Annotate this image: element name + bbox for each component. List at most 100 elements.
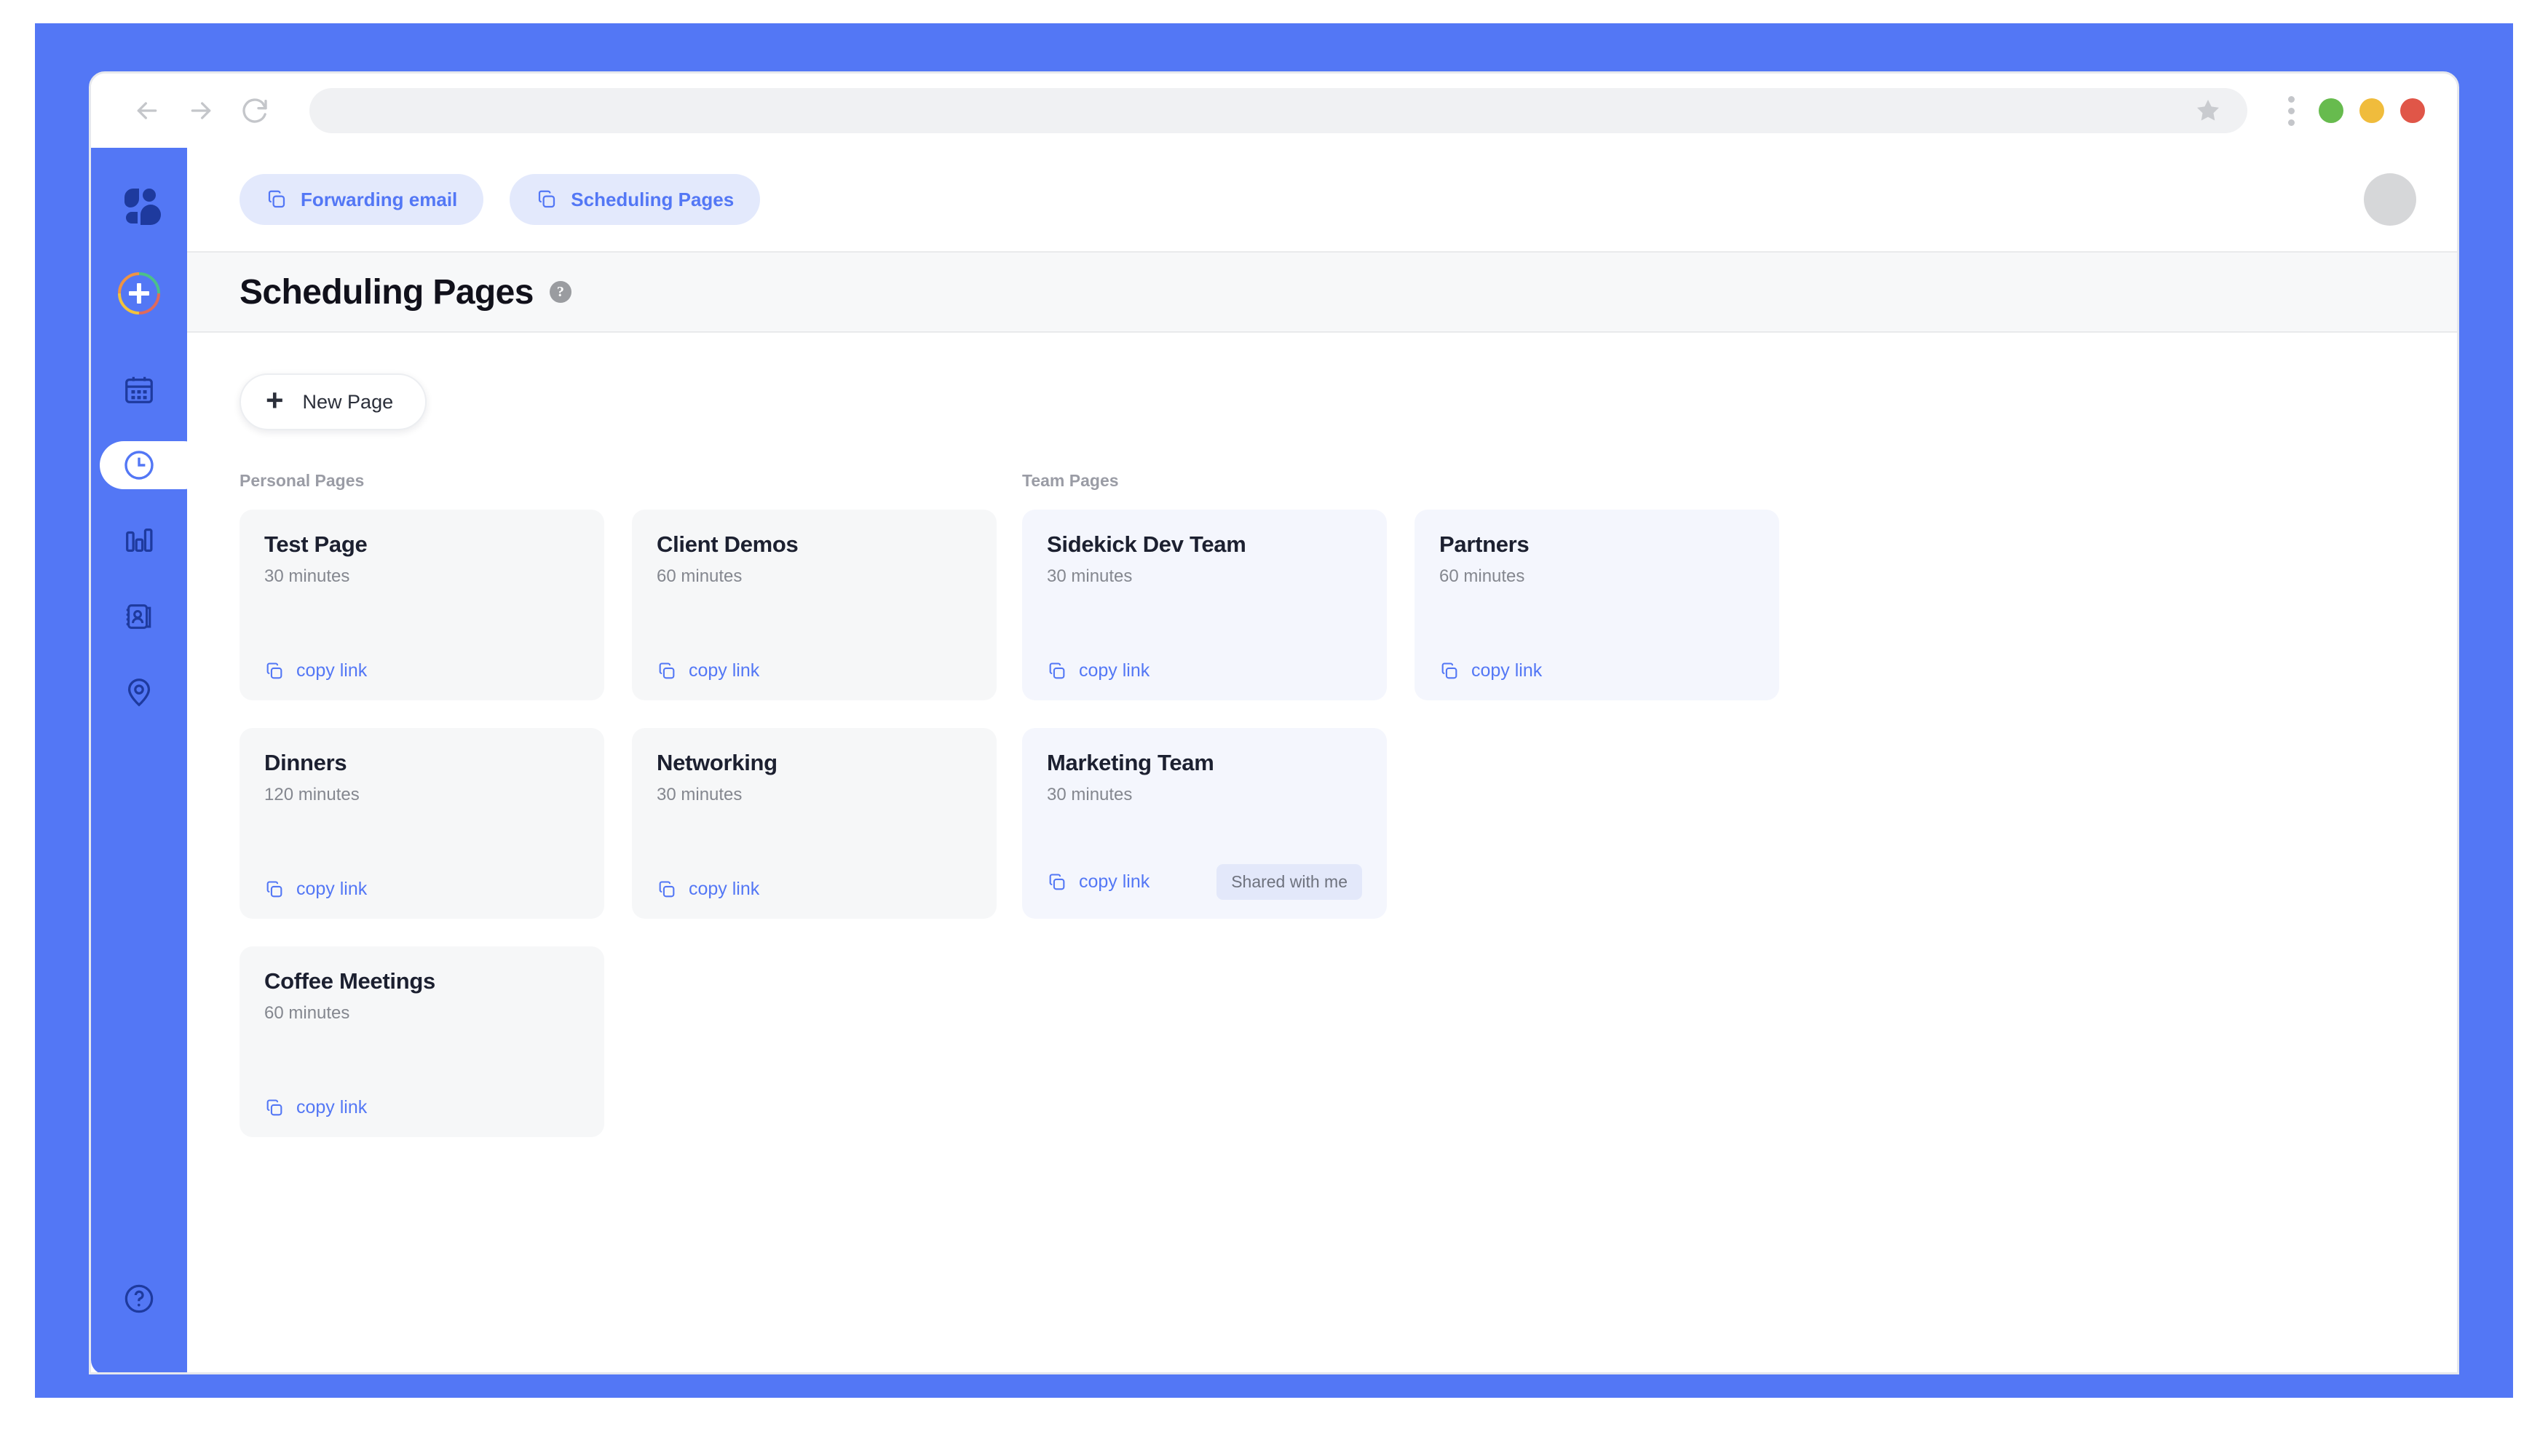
page-columns: Personal Pages Test Page 30 minutes copy… (240, 471, 2405, 1137)
card-footer: copy link (657, 660, 972, 681)
card-title: Client Demos (657, 531, 799, 557)
kebab-menu-icon[interactable] (2269, 84, 2313, 138)
copy-link-button[interactable]: copy link (1047, 871, 1150, 893)
copy-link-label: copy link (1079, 660, 1150, 681)
app-logo-icon[interactable] (111, 178, 167, 234)
sidebar-item-scheduling[interactable] (91, 427, 207, 503)
team-card-grid: Sidekick Dev Team 30 minutes copy link P… (1022, 510, 1779, 919)
copy-link-button[interactable]: copy link (264, 1097, 367, 1118)
page-card[interactable]: Marketing Team 30 minutes copy link Shar… (1022, 728, 1387, 919)
copy-link-button[interactable]: copy link (264, 660, 367, 681)
copy-link-button[interactable]: copy link (657, 879, 759, 900)
card-footer: copy link (657, 879, 972, 900)
column-team-pages: Team Pages Sidekick Dev Team 30 minutes … (1022, 471, 1805, 1137)
card-title: Sidekick Dev Team (1047, 531, 1246, 557)
copy-icon (264, 1098, 285, 1118)
card-footer: copy link (264, 1097, 579, 1118)
page-card[interactable]: Coffee Meetings 60 minutes copy link (240, 946, 604, 1137)
card-duration: 60 minutes (264, 1003, 350, 1023)
page-card[interactable]: Partners 60 minutes copy link (1415, 510, 1779, 700)
card-title: Networking (657, 750, 778, 775)
maximize-button[interactable] (2319, 98, 2343, 123)
card-duration: 30 minutes (264, 566, 350, 586)
sidebar-nav (91, 352, 207, 730)
card-duration: 60 minutes (1439, 566, 1525, 586)
card-duration: 30 minutes (1047, 566, 1133, 586)
card-duration: 30 minutes (1047, 785, 1133, 804)
browser-window: Forwarding email Scheduling Pages Schedu… (89, 71, 2459, 1374)
page-card[interactable]: Sidekick Dev Team 30 minutes copy link (1022, 510, 1387, 700)
page-card[interactable]: Dinners 120 minutes copy link (240, 728, 604, 919)
sidebar-item-analytics[interactable] (91, 503, 187, 579)
card-duration: 30 minutes (657, 785, 743, 804)
copy-link-button[interactable]: copy link (657, 660, 759, 681)
copy-link-label: copy link (296, 1097, 368, 1117)
column-label: Personal Pages (240, 471, 365, 490)
add-button[interactable] (111, 266, 167, 321)
personal-card-grid: Test Page 30 minutes copy link Client De… (240, 510, 997, 1137)
column-personal-pages: Personal Pages Test Page 30 minutes copy… (240, 471, 1022, 1137)
copy-link-button[interactable]: copy link (264, 879, 367, 900)
content-area: + New Page Personal Pages Test Page 30 m… (187, 333, 2457, 1372)
copy-link-label: copy link (689, 660, 760, 681)
column-label: Team Pages (1022, 471, 1119, 490)
sidebar-item-calendar[interactable] (91, 352, 187, 427)
page-card[interactable]: Test Page 30 minutes copy link (240, 510, 604, 700)
copy-link-label: copy link (1471, 660, 1543, 681)
tab-label: Forwarding email (301, 188, 458, 210)
sidebar (91, 148, 207, 1372)
title-help-icon[interactable]: ? (549, 281, 571, 303)
star-icon[interactable] (2195, 98, 2221, 124)
page-title-band: Scheduling Pages ? (187, 251, 2457, 333)
status-badge: Shared with me (1216, 864, 1362, 900)
card-title: Partners (1439, 531, 1530, 557)
close-button[interactable] (2400, 98, 2425, 123)
reload-icon[interactable] (228, 84, 282, 138)
copy-icon (1439, 661, 1460, 681)
topbar: Forwarding email Scheduling Pages (187, 148, 2457, 251)
copy-link-label: copy link (296, 879, 368, 899)
copy-link-button[interactable]: copy link (1047, 660, 1150, 681)
card-title: Dinners (264, 750, 347, 775)
main-content: Forwarding email Scheduling Pages Schedu… (187, 148, 2457, 1372)
copy-icon (264, 661, 285, 681)
plus-icon: + (266, 383, 284, 417)
page-card[interactable]: Networking 30 minutes copy link (632, 728, 997, 919)
minimize-button[interactable] (2359, 98, 2384, 123)
card-footer: copy link (1439, 660, 1754, 681)
card-title: Coffee Meetings (264, 968, 435, 994)
copy-link-label: copy link (1079, 871, 1150, 892)
help-icon[interactable] (111, 1271, 167, 1326)
card-footer: copy link Shared with me (1047, 864, 1362, 900)
new-page-button[interactable]: + New Page (240, 373, 427, 430)
card-title: Test Page (264, 531, 368, 557)
page-card[interactable]: Client Demos 60 minutes copy link (632, 510, 997, 700)
app-body: Forwarding email Scheduling Pages Schedu… (91, 148, 2457, 1372)
address-bar[interactable] (309, 88, 2247, 133)
copy-icon (657, 661, 677, 681)
forward-icon[interactable] (174, 84, 228, 138)
copy-icon (264, 879, 285, 900)
card-footer: copy link (264, 879, 579, 900)
copy-icon (1047, 872, 1067, 893)
copy-icon (266, 189, 288, 210)
copy-icon (657, 879, 677, 900)
tab-scheduling-pages[interactable]: Scheduling Pages (510, 174, 761, 225)
card-footer: copy link (1047, 660, 1362, 681)
avatar[interactable] (2364, 173, 2416, 226)
back-icon[interactable] (120, 84, 174, 138)
sidebar-item-locations[interactable] (91, 654, 187, 730)
copy-link-button[interactable]: copy link (1439, 660, 1542, 681)
tab-forwarding-email[interactable]: Forwarding email (240, 174, 484, 225)
window-buttons (2319, 98, 2457, 123)
copy-link-label: copy link (689, 879, 760, 899)
card-footer: copy link (264, 660, 579, 681)
browser-chrome (91, 74, 2457, 148)
sidebar-item-contacts[interactable] (91, 579, 187, 654)
tab-label: Scheduling Pages (571, 188, 735, 210)
page-title: Scheduling Pages (240, 272, 534, 312)
copy-link-label: copy link (296, 660, 368, 681)
card-title: Marketing Team (1047, 750, 1214, 775)
copy-icon (536, 189, 558, 210)
card-duration: 120 minutes (264, 785, 360, 804)
